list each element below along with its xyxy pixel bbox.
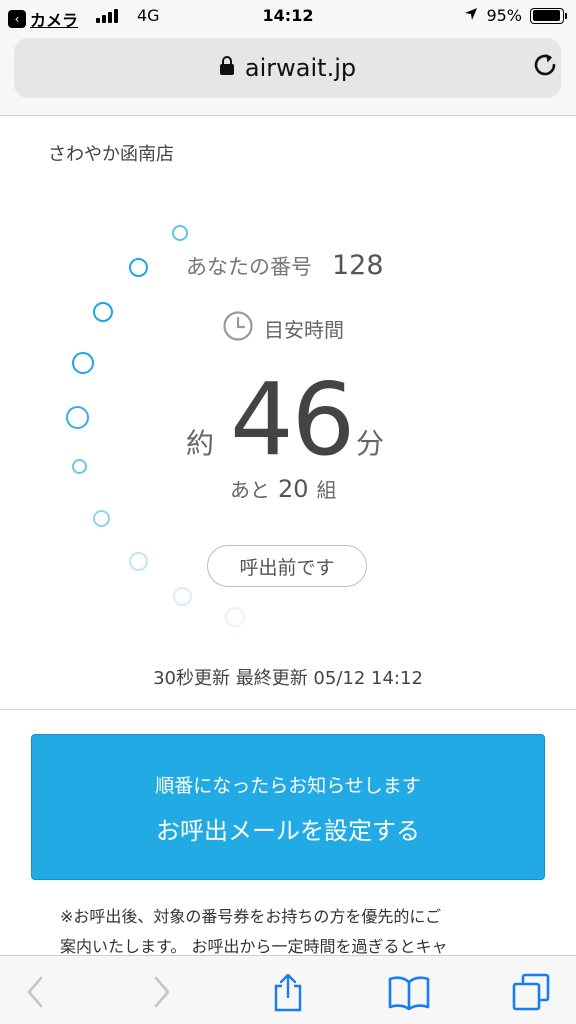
estimate-time: 目安時間 <box>222 310 344 346</box>
remaining-count: 20 <box>278 475 309 503</box>
back-icon[interactable] <box>13 970 57 1014</box>
notify-subtitle: 順番になったらお知らせします <box>155 775 421 797</box>
page: ‹ カメラ 4G 14:12 95% airwait.jp さわやか函南店 あな… <box>0 0 576 1024</box>
progress-dot <box>72 459 87 474</box>
battery-level <box>532 10 561 21</box>
note-line: ※お呼出後、対象の番号券をお持ちの方を優先的にご <box>60 907 442 926</box>
notify-title: お呼出メールを設定する <box>156 817 420 845</box>
estimate-label: 目安時間 <box>264 317 344 342</box>
status-bar: ‹ カメラ 4G 14:12 95% <box>0 0 576 34</box>
progress-dot <box>173 587 192 606</box>
battery-icon <box>530 7 567 24</box>
progress-dot <box>172 225 188 241</box>
wait-minutes: 46 <box>230 361 355 478</box>
tabs-icon[interactable] <box>509 970 553 1014</box>
last-updated: 30秒更新 最終更新 05/12 14:12 <box>153 668 423 689</box>
location-icon <box>464 6 478 25</box>
minutes-unit: 分 <box>356 427 385 460</box>
call-note: ※お呼出後、対象の番号券をお持ちの方を優先的にご 案内いたします。 お呼出から一… <box>60 902 520 962</box>
divider <box>0 709 576 710</box>
approx-label: 約 <box>186 427 215 460</box>
store-name: さわやか函南店 <box>48 144 174 165</box>
battery-percent: 95% <box>486 6 522 25</box>
lock-icon <box>219 54 235 82</box>
set-call-email-button[interactable]: 順番になったらお知らせします お呼出メールを設定する <box>31 734 545 880</box>
your-number: あなたの番号 128 <box>186 250 384 281</box>
remaining-groups: あと 20 組 <box>230 474 337 503</box>
clock-icon <box>222 310 254 346</box>
address-bar[interactable]: airwait.jp <box>14 38 561 98</box>
remaining-prefix: あと <box>230 478 270 502</box>
wait-time: 約 46 分 <box>186 360 396 480</box>
progress-dot <box>129 552 148 571</box>
reload-icon[interactable] <box>530 50 560 84</box>
browser-toolbar <box>0 955 576 1024</box>
progress-dot <box>129 258 148 277</box>
bookmarks-icon[interactable] <box>387 970 431 1014</box>
browser-chrome: airwait.jp <box>0 34 576 116</box>
your-number-value: 128 <box>332 250 384 281</box>
your-number-label: あなたの番号 <box>186 255 312 279</box>
share-icon[interactable] <box>266 970 310 1014</box>
status-badge: 呼出前です <box>207 545 367 587</box>
progress-dot <box>72 352 94 374</box>
progress-dot <box>66 406 89 429</box>
forward-icon[interactable] <box>140 970 184 1014</box>
remaining-suffix: 組 <box>316 478 337 502</box>
url-text: airwait.jp <box>244 54 357 82</box>
progress-dot <box>93 302 113 322</box>
progress-dot <box>93 510 110 527</box>
progress-dot <box>225 607 245 627</box>
